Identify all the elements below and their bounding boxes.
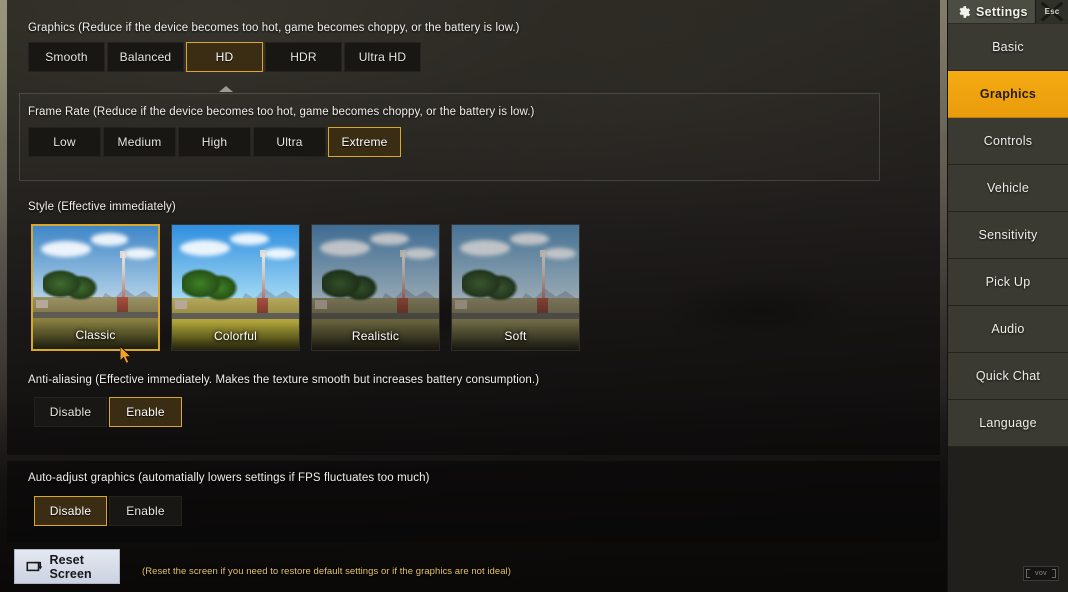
style-caption-soft: Soft	[452, 322, 579, 350]
sidebar-item-sensitivity[interactable]: Sensitivity	[948, 212, 1068, 259]
sidebar-item-quick-chat[interactable]: Quick Chat	[948, 353, 1068, 400]
frame-rate-options: Low Medium High Ultra Extreme	[28, 127, 947, 157]
section-style: Style (Effective immediately) Classic Co…	[0, 201, 947, 351]
graphics-option-ultra-hd[interactable]: Ultra HD	[344, 42, 421, 72]
auto-adjust-option-disable[interactable]: Disable	[34, 496, 107, 526]
style-options: Classic Colorful Realistic Soft	[31, 224, 947, 351]
selection-caret-icon	[219, 86, 233, 92]
style-option-soft[interactable]: Soft	[451, 224, 580, 351]
style-option-classic[interactable]: Classic	[31, 224, 160, 351]
graphics-option-hdr[interactable]: HDR	[265, 42, 342, 72]
anti-aliasing-options: Disable Enable	[34, 397, 947, 427]
frame-rate-option-high[interactable]: High	[178, 127, 251, 157]
style-option-realistic[interactable]: Realistic	[311, 224, 440, 351]
section-frame-rate: Frame Rate (Reduce if the device becomes…	[0, 106, 947, 157]
sidebar-item-graphics[interactable]: Graphics	[948, 71, 1068, 118]
graphics-option-balanced[interactable]: Balanced	[107, 42, 184, 72]
frame-rate-option-ultra[interactable]: Ultra	[253, 127, 326, 157]
anti-aliasing-option-disable[interactable]: Disable	[34, 397, 107, 427]
frame-rate-label: Frame Rate (Reduce if the device becomes…	[28, 106, 535, 118]
settings-sidebar: Settings Esc Basic Graphics Controls Veh…	[947, 0, 1068, 592]
reset-screen-hint: (Reset the screen if you need to restore…	[142, 566, 511, 577]
close-label: Esc	[1044, 7, 1060, 16]
sidebar-item-pick-up[interactable]: Pick Up	[948, 259, 1068, 306]
frame-rate-option-low[interactable]: Low	[28, 127, 101, 157]
watermark-badge: vov	[1023, 566, 1059, 581]
auto-adjust-option-enable[interactable]: Enable	[109, 496, 182, 526]
reset-screen-button[interactable]: Reset Screen	[14, 549, 120, 584]
section-auto-adjust: Auto-adjust graphics (automatially lower…	[0, 472, 947, 526]
settings-content: Graphics (Reduce if the device becomes t…	[0, 0, 947, 592]
reset-screen-label: Reset Screen	[49, 552, 92, 581]
auto-adjust-label: Auto-adjust graphics (automatially lower…	[28, 472, 430, 484]
style-label: Style (Effective immediately)	[28, 201, 176, 213]
sidebar-item-controls[interactable]: Controls	[948, 118, 1068, 165]
anti-aliasing-label: Anti-aliasing (Effective immediately. Ma…	[28, 374, 540, 386]
sidebar-item-vehicle[interactable]: Vehicle	[948, 165, 1068, 212]
frame-rate-option-medium[interactable]: Medium	[103, 127, 176, 157]
graphics-options: Smooth Balanced HD HDR Ultra HD	[28, 42, 947, 72]
sidebar-menu: Basic Graphics Controls Vehicle Sensitiv…	[948, 24, 1068, 447]
section-graphics: Graphics (Reduce if the device becomes t…	[0, 22, 947, 72]
graphics-label: Graphics (Reduce if the device becomes t…	[28, 22, 520, 34]
sidebar-title: Settings	[976, 4, 1028, 19]
reset-screen-icon	[26, 561, 43, 572]
section-anti-aliasing: Anti-aliasing (Effective immediately. Ma…	[0, 374, 947, 427]
gear-icon	[959, 5, 971, 18]
sidebar-item-basic[interactable]: Basic	[948, 24, 1068, 71]
sidebar-item-audio[interactable]: Audio	[948, 306, 1068, 353]
graphics-option-hd[interactable]: HD	[186, 42, 263, 72]
sidebar-title-group: Settings	[948, 0, 1035, 23]
close-button[interactable]: Esc	[1035, 0, 1068, 23]
sidebar-header: Settings Esc	[948, 0, 1068, 24]
style-caption-classic: Classic	[33, 321, 158, 349]
style-option-colorful[interactable]: Colorful	[171, 224, 300, 351]
sidebar-item-language[interactable]: Language	[948, 400, 1068, 447]
style-caption-realistic: Realistic	[312, 322, 439, 350]
graphics-option-smooth[interactable]: Smooth	[28, 42, 105, 72]
anti-aliasing-option-enable[interactable]: Enable	[109, 397, 182, 427]
frame-rate-option-extreme[interactable]: Extreme	[328, 127, 401, 157]
game-settings-screen: Graphics (Reduce if the device becomes t…	[0, 0, 1068, 592]
auto-adjust-options: Disable Enable	[34, 496, 947, 526]
style-caption-colorful: Colorful	[172, 322, 299, 350]
